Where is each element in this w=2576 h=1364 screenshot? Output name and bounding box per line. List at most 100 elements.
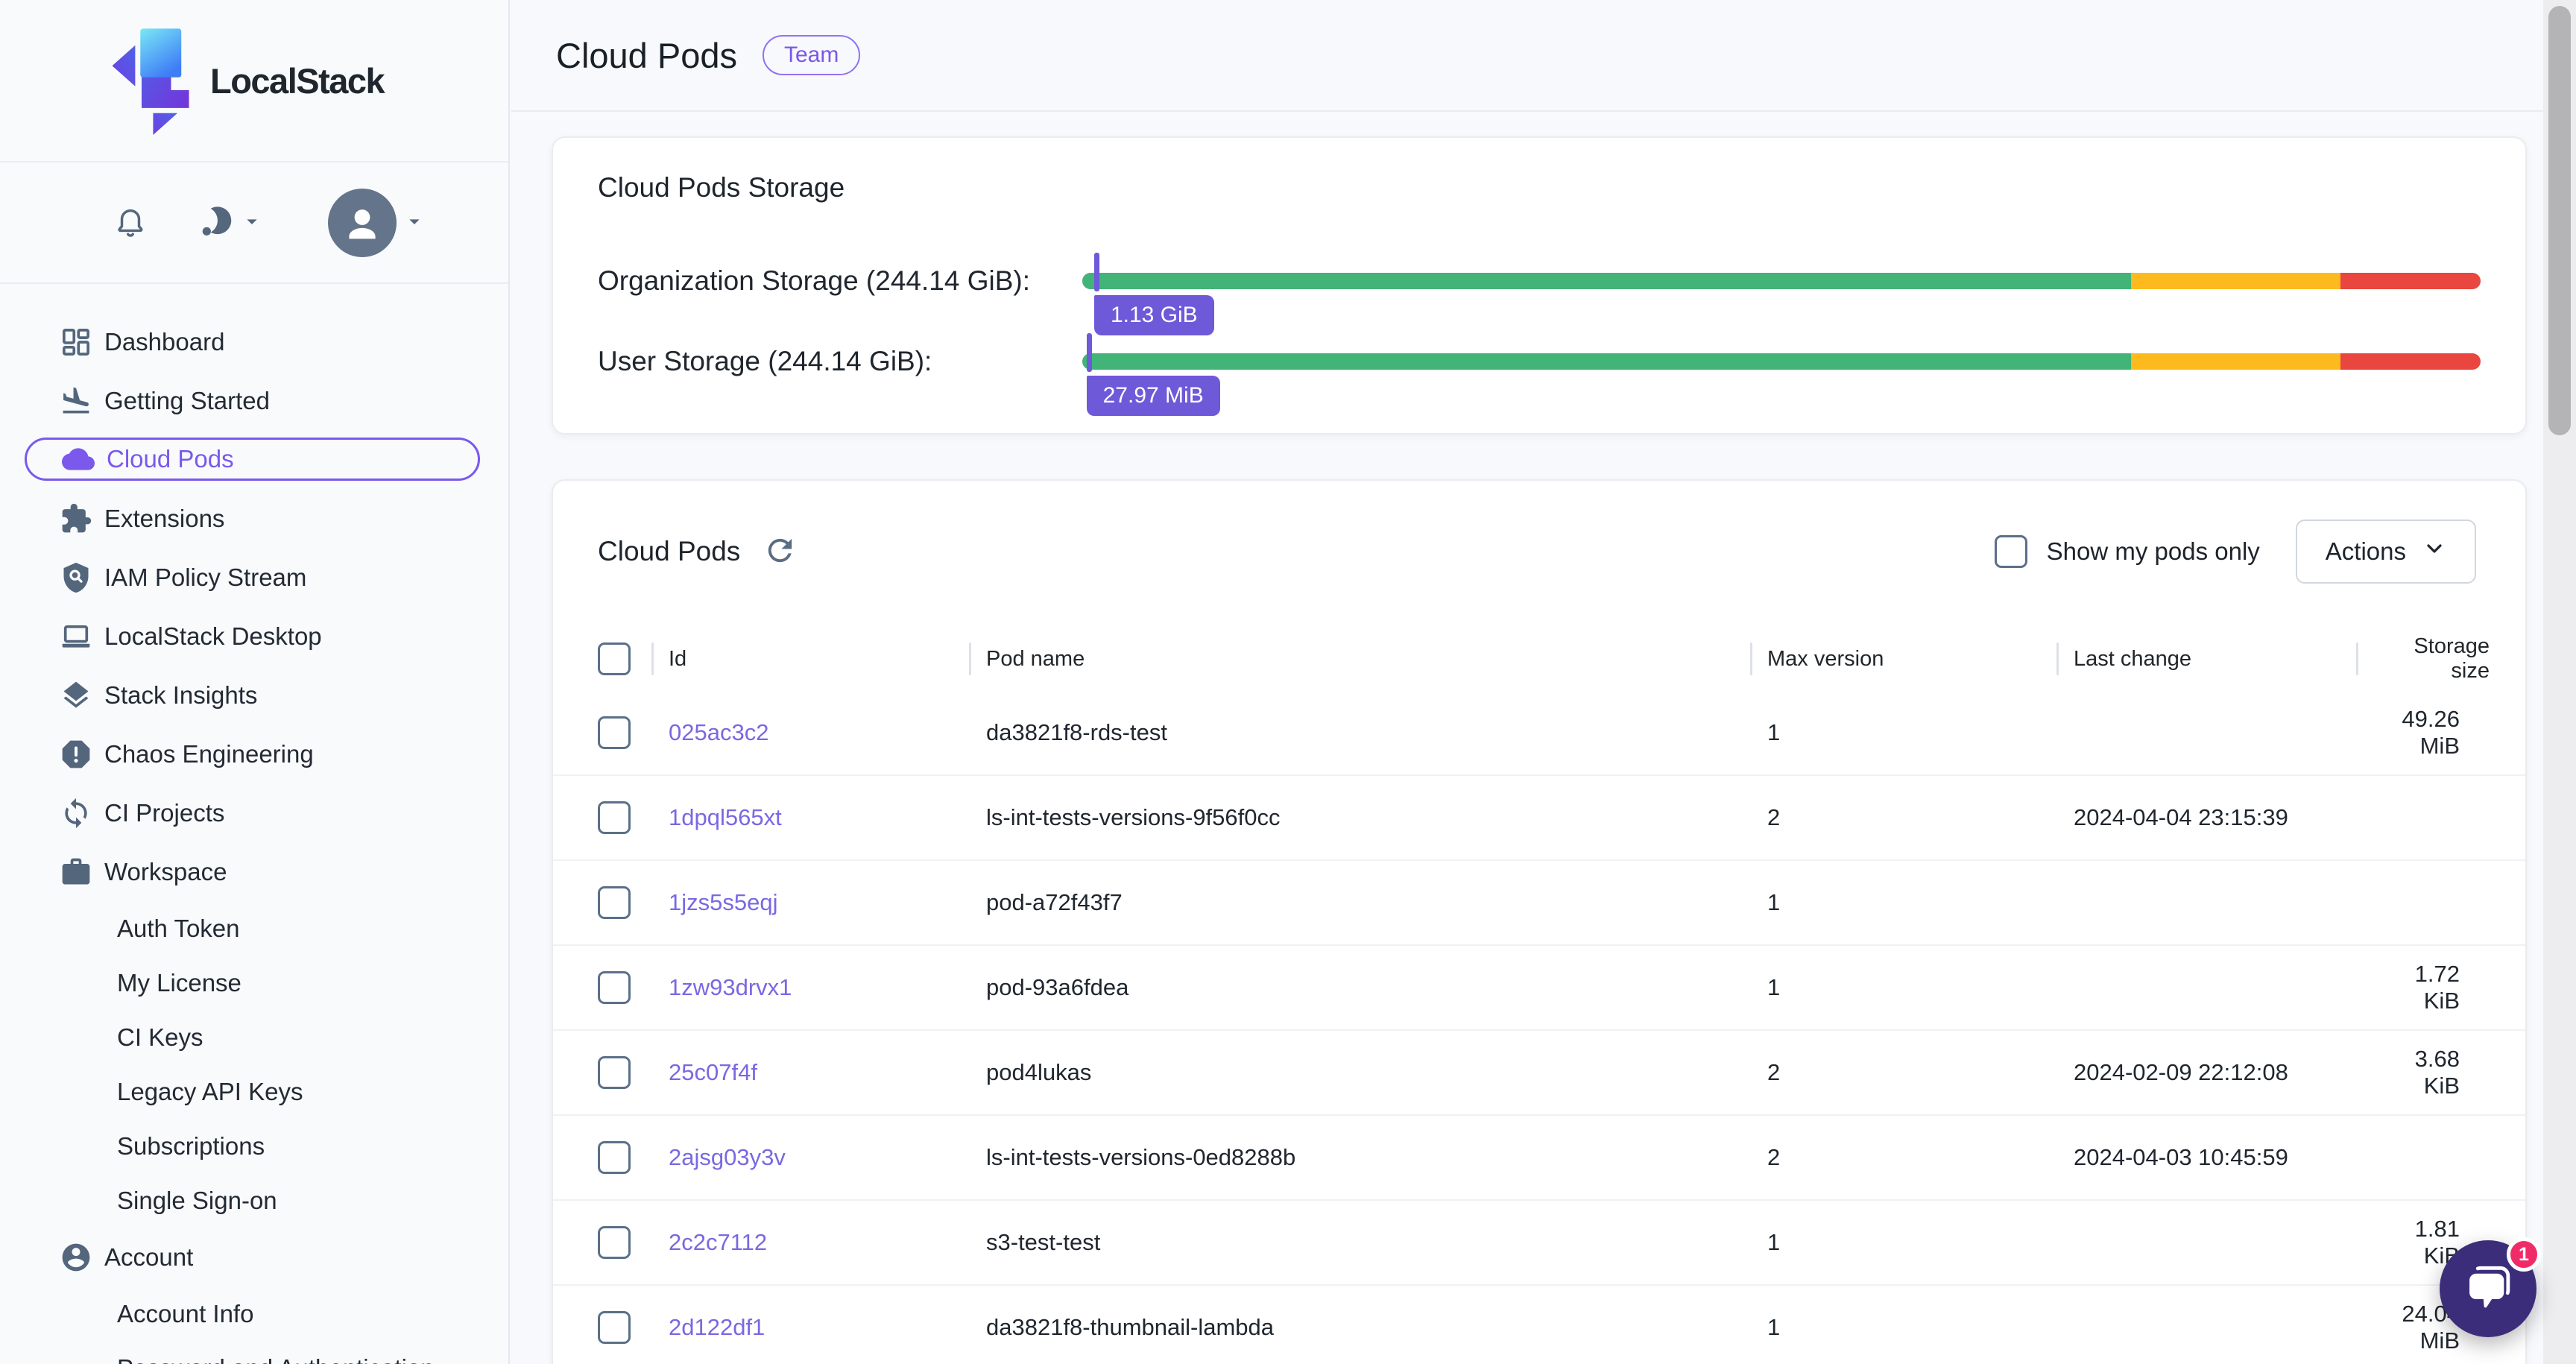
storage-card: Cloud Pods Storage Organization Storage … bbox=[552, 136, 2527, 435]
sidebar-item-label: IAM Policy Stream bbox=[104, 563, 306, 592]
sidebar-item-localstack-desktop[interactable]: LocalStack Desktop bbox=[0, 607, 508, 666]
sidebar-item-ci-keys[interactable]: CI Keys bbox=[0, 1010, 508, 1064]
row-checkbox[interactable] bbox=[598, 1056, 631, 1089]
column-header-pod-name[interactable]: Pod name bbox=[969, 647, 1750, 672]
row-checkbox[interactable] bbox=[598, 1141, 631, 1174]
sidebar-item-getting-started[interactable]: Getting Started bbox=[0, 371, 508, 430]
last-change-cell: 2024-04-03 10:45:59 bbox=[2056, 1144, 2356, 1171]
pod-name-cell: pod-93a6fdea bbox=[969, 974, 1750, 1001]
storage-bar-segment-critical bbox=[2340, 273, 2481, 289]
sidebar-item-label: CI Keys bbox=[117, 1023, 203, 1052]
sidebar-item-auth-token[interactable]: Auth Token bbox=[0, 901, 508, 956]
pod-name-cell: ls-int-tests-versions-0ed8288b bbox=[969, 1144, 1750, 1171]
sidebar-item-single-sign-on[interactable]: Single Sign-on bbox=[0, 1173, 508, 1228]
storage-row-user: User Storage (244.14 GiB):27.97 MiB bbox=[598, 338, 2481, 385]
sidebar-item-label: Auth Token bbox=[117, 915, 240, 943]
row-checkbox[interactable] bbox=[598, 1311, 631, 1344]
scrollbar-thumb[interactable] bbox=[2548, 6, 2571, 435]
sidebar-item-chaos-engineering[interactable]: Chaos Engineering bbox=[0, 724, 508, 783]
column-header-id[interactable]: Id bbox=[651, 647, 969, 672]
pod-id-link[interactable]: 25c07f4f bbox=[669, 1059, 757, 1085]
column-header-storage-size[interactable]: Storage size bbox=[2356, 634, 2490, 683]
last-change-cell: 2024-02-09 22:12:08 bbox=[2056, 1059, 2356, 1086]
storage-bar-segment-ok bbox=[1082, 273, 2131, 289]
pod-id-link[interactable]: 2d122df1 bbox=[669, 1314, 765, 1340]
account-menu-button[interactable] bbox=[328, 189, 426, 257]
table-row: 25c07f4fpod4lukas22024-02-09 22:12:083.6… bbox=[553, 1031, 2525, 1116]
sidebar-item-label: Legacy API Keys bbox=[117, 1078, 303, 1106]
caret-down-icon bbox=[234, 209, 264, 236]
storage-size-cell: 3.68 KiB bbox=[2356, 1046, 2490, 1099]
sidebar: LocalStack Dashboard Getting Started Cloud… bbox=[0, 0, 510, 1364]
pod-id-link[interactable]: 2ajsg03y3v bbox=[669, 1144, 786, 1170]
pod-id-link[interactable]: 1jzs5s5eqj bbox=[669, 889, 777, 915]
sidebar-item-ci-projects[interactable]: CI Projects bbox=[0, 783, 508, 842]
row-checkbox[interactable] bbox=[598, 971, 631, 1004]
pod-id-link[interactable]: 1zw93drvx1 bbox=[669, 974, 792, 1000]
pods-card: Cloud Pods Show my pods only Actions bbox=[552, 479, 2527, 1364]
sidebar-item-stack-insights[interactable]: Stack Insights bbox=[0, 666, 508, 724]
pods-table: IdPod nameMax versionLast changeStorage … bbox=[553, 627, 2525, 1364]
sidebar-item-legacy-api-keys[interactable]: Legacy API Keys bbox=[0, 1064, 508, 1119]
sidebar-item-cloud-pods[interactable]: Cloud Pods bbox=[25, 438, 480, 481]
table-row: 2c2c7112s3-test-test11.81 KiB bbox=[553, 1201, 2525, 1286]
avatar bbox=[328, 189, 397, 257]
sidebar-item-my-license[interactable]: My License bbox=[0, 956, 508, 1010]
row-checkbox[interactable] bbox=[598, 1226, 631, 1259]
table-row: 1jzs5s5eqjpod-a72f43f71 bbox=[553, 861, 2525, 946]
sync-icon bbox=[58, 795, 94, 831]
actions-button[interactable]: Actions bbox=[2296, 520, 2476, 584]
table-row: 1zw93drvx1pod-93a6fdea11.72 KiB bbox=[553, 946, 2525, 1031]
caret-down-icon bbox=[397, 209, 426, 236]
scrollbar-track bbox=[2543, 0, 2576, 1364]
storage-usage-label: 1.13 GiB bbox=[1094, 295, 1214, 335]
theme-menu-button[interactable] bbox=[197, 203, 264, 242]
sidebar-item-account-info[interactable]: Account Info bbox=[0, 1286, 508, 1341]
briefcase-icon bbox=[58, 854, 94, 890]
sidebar-item-account[interactable]: Account bbox=[0, 1228, 508, 1286]
column-header-max-version[interactable]: Max version bbox=[1750, 647, 2056, 672]
pods-card-title: Cloud Pods bbox=[598, 536, 740, 567]
chat-launcher[interactable]: 1 bbox=[2440, 1240, 2536, 1337]
row-checkbox[interactable] bbox=[598, 886, 631, 919]
sidebar-item-dashboard[interactable]: Dashboard bbox=[0, 312, 508, 371]
pod-id-link[interactable]: 025ac3c2 bbox=[669, 719, 768, 745]
pod-name-cell: s3-test-test bbox=[969, 1229, 1750, 1256]
person-icon bbox=[58, 1240, 94, 1275]
sidebar-item-label: Cloud Pods bbox=[107, 445, 234, 473]
pod-id-link[interactable]: 1dpql565xt bbox=[669, 804, 782, 830]
column-header-last-change[interactable]: Last change bbox=[2056, 647, 2356, 672]
sidebar-item-iam-policy-stream[interactable]: IAM Policy Stream bbox=[0, 548, 508, 607]
max-version-cell: 1 bbox=[1750, 719, 2056, 746]
content: Cloud Pods Storage Organization Storage … bbox=[511, 112, 2576, 1364]
row-checkbox[interactable] bbox=[598, 801, 631, 834]
plan-badge: Team bbox=[763, 35, 860, 75]
sidebar-item-label: CI Projects bbox=[104, 799, 224, 827]
select-all-checkbox[interactable] bbox=[598, 642, 631, 675]
notifications-button[interactable] bbox=[113, 204, 148, 241]
max-version-cell: 1 bbox=[1750, 1314, 2056, 1341]
row-checkbox[interactable] bbox=[598, 716, 631, 749]
refresh-button[interactable] bbox=[763, 533, 798, 570]
moon-icon bbox=[197, 203, 234, 242]
storage-row-organization: Organization Storage (244.14 GiB):1.13 G… bbox=[598, 257, 2481, 305]
sidebar-item-workspace[interactable]: Workspace bbox=[0, 842, 508, 901]
sidebar-item-label: Single Sign-on bbox=[117, 1187, 277, 1215]
pod-name-cell: da3821f8-rds-test bbox=[969, 719, 1750, 746]
pod-id-link[interactable]: 2c2c7112 bbox=[669, 1229, 767, 1255]
sidebar-item-subscriptions[interactable]: Subscriptions bbox=[0, 1119, 508, 1173]
sidebar-item-password-and-authentication[interactable]: Password and Authentication bbox=[0, 1341, 508, 1364]
sidebar-item-label: Dashboard bbox=[104, 328, 224, 356]
pod-name-cell: pod-a72f43f7 bbox=[969, 889, 1750, 916]
bell-icon bbox=[113, 204, 148, 241]
table-header-row: IdPod nameMax versionLast changeStorage … bbox=[553, 627, 2525, 691]
sidebar-item-label: LocalStack Desktop bbox=[104, 622, 322, 651]
show-my-pods-checkbox[interactable] bbox=[1995, 535, 2027, 568]
pod-name-cell: pod4lukas bbox=[969, 1059, 1750, 1086]
max-version-cell: 1 bbox=[1750, 1229, 2056, 1256]
last-change-cell: 2024-04-04 23:15:39 bbox=[2056, 804, 2356, 831]
pods-card-header: Cloud Pods Show my pods only Actions bbox=[553, 481, 2525, 584]
sidebar-logo[interactable]: LocalStack bbox=[0, 0, 508, 162]
chat-unread-badge: 1 bbox=[2507, 1237, 2541, 1272]
sidebar-item-extensions[interactable]: Extensions bbox=[0, 489, 508, 548]
